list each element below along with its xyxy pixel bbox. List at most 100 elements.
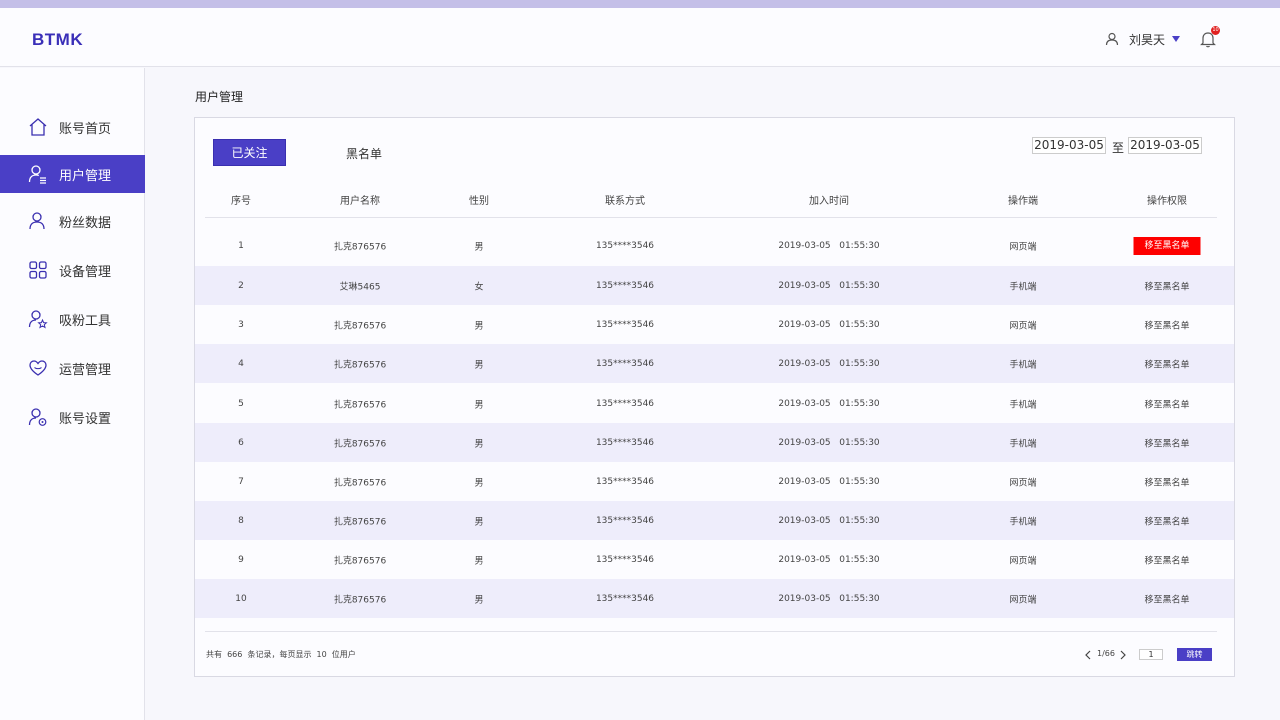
- cell-index: 7: [238, 476, 244, 487]
- cell-platform: 网页端: [1009, 242, 1037, 252]
- cell-platform: 网页端: [1009, 556, 1037, 566]
- jump-button[interactable]: 跳转: [1177, 648, 1212, 661]
- column-header: 联系方式: [605, 196, 645, 207]
- cell-gender: 男: [474, 595, 484, 605]
- column-header: 用户名称: [340, 196, 380, 207]
- user-settings-icon: [28, 408, 47, 426]
- date-separator: 至: [1112, 141, 1125, 155]
- table-row: 9 扎克876576 男 135****3546 2019-03-05 01:55:30…: [195, 540, 1234, 579]
- notification-badge: 10: [1211, 26, 1220, 35]
- cell-platform: 网页端: [1009, 321, 1037, 331]
- cell-gender: 男: [474, 242, 484, 252]
- table-row: 8 扎克876576 男 135****3546 2019-03-05 01:55:30…: [195, 501, 1234, 540]
- table-row: 3 扎克876576 男 135****3546 2019-03-05 01:55:30…: [195, 305, 1234, 344]
- sidebar-item-label: 账号设置: [59, 411, 112, 427]
- move-to-blacklist-button[interactable]: 移至黑名单: [1144, 357, 1189, 370]
- cell-user-name: 扎克876576: [333, 400, 387, 410]
- move-to-blacklist-button[interactable]: 移至黑名单: [1144, 397, 1189, 410]
- cell-contact: 135****3546: [595, 280, 655, 291]
- cell-join-time: 2019-03-05 01:55:30: [778, 437, 880, 448]
- sidebar-item-user-management[interactable]: 用户管理: [0, 155, 145, 193]
- cell-join-time: 2019-03-05 01:55:30: [778, 554, 880, 565]
- column-header: 加入时间: [809, 196, 849, 207]
- move-to-blacklist-button[interactable]: 移至黑名单: [1144, 514, 1189, 527]
- cell-user-name: 扎克876576: [333, 360, 387, 370]
- cell-join-time: 2019-03-05 01:55:30: [778, 593, 880, 604]
- cell-contact: 135****3546: [595, 476, 655, 487]
- table-row: 7 扎克876576 男 135****3546 2019-03-05 01:55:30…: [195, 462, 1234, 501]
- cell-user-name: 扎克876576: [333, 242, 387, 252]
- cell-index: 6: [238, 437, 244, 448]
- cell-contact: 135****3546: [595, 240, 655, 251]
- cell-index: 4: [238, 358, 244, 369]
- home-icon: [29, 118, 47, 136]
- move-to-blacklist-button[interactable]: 移至黑名单: [1144, 475, 1189, 488]
- cell-contact: 135****3546: [595, 437, 655, 448]
- grid-icon: [29, 261, 47, 279]
- cell-join-time: 2019-03-05 01:55:30: [778, 476, 880, 487]
- user-menu[interactable]: 刘昊天: [1105, 30, 1181, 48]
- cell-index: 10: [235, 593, 247, 604]
- cell-gender: 女: [474, 282, 484, 292]
- sidebar-item-fans-data[interactable]: 粉丝数据: [0, 202, 145, 240]
- user-name: 刘昊天: [1129, 32, 1166, 47]
- table-row: 10 扎克876576 男 135****3546 2019-03-05 01:55:3…: [195, 579, 1234, 618]
- move-to-blacklist-button[interactable]: 移至黑名单: [1133, 236, 1201, 255]
- column-header: 操作权限: [1147, 196, 1187, 207]
- move-to-blacklist-button[interactable]: 移至黑名单: [1144, 592, 1189, 605]
- cell-user-name: 扎克876576: [333, 321, 387, 331]
- cell-gender: 男: [474, 321, 484, 331]
- cell-user-name: 艾琳5465: [339, 282, 381, 292]
- column-header: 操作端: [1008, 196, 1038, 207]
- sidebar-item-label: 账号首页: [59, 121, 112, 137]
- cell-join-time: 2019-03-05 01:55:30: [778, 398, 880, 409]
- tab-followed[interactable]: 已关注: [213, 139, 286, 166]
- cell-index: 3: [238, 319, 244, 330]
- date-from-input[interactable]: 2019-03-05: [1032, 137, 1106, 154]
- sidebar-item-account-home[interactable]: 账号首页: [0, 108, 145, 146]
- cell-join-time: 2019-03-05 01:55:30: [778, 358, 880, 369]
- cell-user-name: 扎克876576: [333, 439, 387, 449]
- date-to-input[interactable]: 2019-03-05: [1128, 137, 1202, 154]
- sidebar-item-fan-tools[interactable]: 吸粉工具: [0, 300, 145, 338]
- cell-platform: 手机端: [1009, 282, 1037, 292]
- cell-gender: 男: [474, 400, 484, 410]
- user-table-panel: 已关注 黑名单 2019-03-05 至 2019-03-05 序号 用户名称 …: [194, 117, 1235, 677]
- sidebar-item-account-settings[interactable]: 账号设置: [0, 398, 145, 436]
- cell-index: 1: [238, 240, 244, 251]
- column-header: 性别: [469, 196, 489, 207]
- cell-platform: 手机端: [1009, 517, 1037, 527]
- chevron-left-icon[interactable]: [1084, 649, 1092, 661]
- table-header: 序号 用户名称 性别 联系方式 加入时间 操作端 操作权限: [205, 192, 1217, 218]
- sidebar-item-device-management[interactable]: 设备管理: [0, 251, 145, 289]
- chevron-right-icon[interactable]: [1119, 649, 1127, 661]
- table-row: 6 扎克876576 男 135****3546 2019-03-05 01:55:30…: [195, 423, 1234, 462]
- cell-platform: 网页端: [1009, 478, 1037, 488]
- cell-platform: 网页端: [1009, 595, 1037, 605]
- move-to-blacklist-button[interactable]: 移至黑名单: [1144, 436, 1189, 449]
- sidebar: 账号首页 用户管理 粉丝数据 设备管理 吸粉工具 运营管理 账号设置: [0, 68, 145, 720]
- page-number-input[interactable]: 1: [1139, 649, 1163, 660]
- notification-button[interactable]: 10: [1199, 26, 1220, 48]
- page-info: 1/66: [1097, 649, 1115, 658]
- move-to-blacklist-button[interactable]: 移至黑名单: [1144, 553, 1189, 566]
- user-list-icon: [28, 165, 46, 184]
- sidebar-item-label: 设备管理: [59, 264, 112, 280]
- cell-contact: 135****3546: [595, 398, 655, 409]
- cell-gender: 男: [474, 439, 484, 449]
- move-to-blacklist-button[interactable]: 移至黑名单: [1144, 318, 1189, 331]
- cell-platform: 手机端: [1009, 360, 1037, 370]
- table-row: 2 艾琳5465 女 135****3546 2019-03-05 01:55:30 手机…: [195, 266, 1234, 305]
- cell-gender: 男: [474, 360, 484, 370]
- move-to-blacklist-button[interactable]: 移至黑名单: [1144, 279, 1189, 292]
- cell-index: 9: [238, 554, 244, 565]
- sidebar-item-operations[interactable]: 运营管理: [0, 349, 145, 387]
- tab-blacklist[interactable]: 黑名单: [346, 145, 382, 162]
- sidebar-item-label: 用户管理: [59, 168, 112, 184]
- cell-user-name: 扎克876576: [333, 478, 387, 488]
- logo: BTMK: [32, 30, 84, 49]
- top-accent-strip: [0, 0, 1280, 8]
- cell-gender: 男: [474, 556, 484, 566]
- user-icon: [1105, 32, 1119, 46]
- cell-join-time: 2019-03-05 01:55:30: [778, 240, 880, 251]
